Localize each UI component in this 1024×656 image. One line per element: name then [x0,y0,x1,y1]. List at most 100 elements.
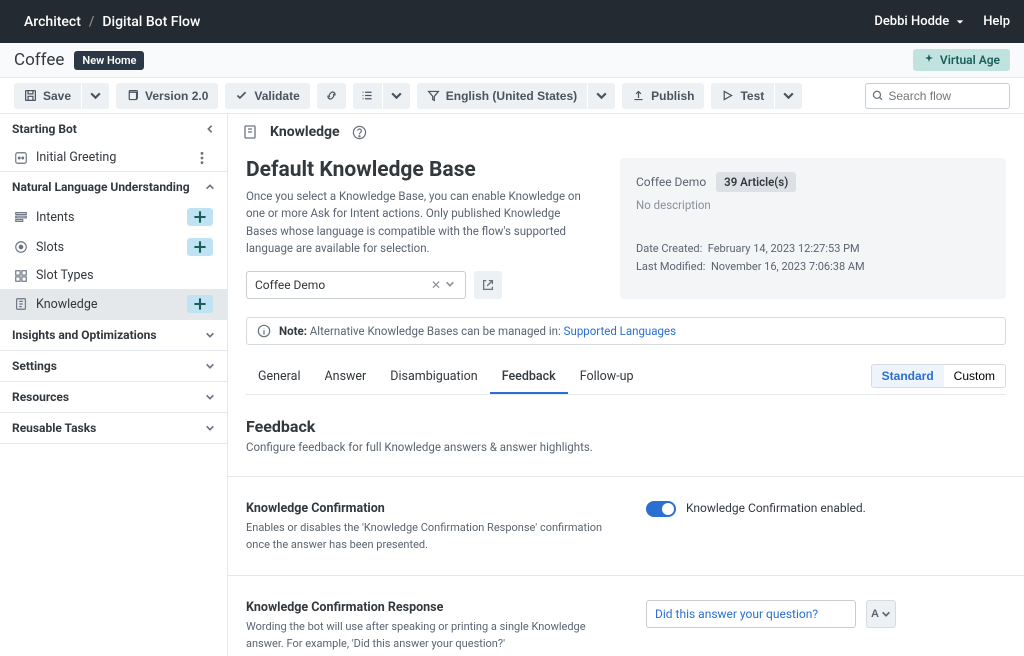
kcr-heading: Knowledge Confirmation Response [246,600,606,615]
kb-modified-value: November 16, 2023 7:06:38 AM [711,260,865,273]
kb-no-description: No description [636,198,990,212]
check-icon [235,89,248,102]
kcr-input[interactable]: Did this answer your question? [646,600,856,628]
version-icon [126,89,139,102]
version-button[interactable]: Version 2.0 [116,83,218,109]
test-button-group: Test [711,83,802,109]
kcr-format-button[interactable]: A [866,600,896,628]
chevron-down-icon [390,89,403,102]
sidebar-item-knowledge[interactable]: Knowledge [0,289,227,319]
search-flow-input[interactable] [888,89,1003,103]
more-icon[interactable] [191,151,213,165]
seg-standard[interactable]: Standard [872,365,944,387]
feedback-subtext: Configure feedback for full Knowledge an… [246,440,1006,454]
help-link[interactable]: Help [983,14,1010,29]
supported-languages-link[interactable]: Supported Languages [564,324,676,338]
feedback-heading: Feedback [246,417,1006,436]
breadcrumb-flow[interactable]: Digital Bot Flow [102,14,200,30]
tab-followup[interactable]: Follow-up [568,361,646,394]
save-button[interactable]: Save [14,83,81,109]
play-icon [721,89,734,102]
info-icon [257,324,271,338]
chevron-up-icon [205,182,215,192]
chevron-down-icon [205,423,215,433]
virtual-agent-pill[interactable]: Virtual Age [913,49,1010,71]
kb-title: Default Knowledge Base [246,158,600,182]
filter-icon [427,89,440,102]
tab-disambiguation[interactable]: Disambiguation [378,361,489,394]
validate-button[interactable]: Validate [225,83,309,109]
chevron-down-icon [89,89,102,102]
user-menu[interactable]: Debbi Hodde [874,14,965,29]
knowledge-page-icon [242,124,258,140]
kb-select-chevron[interactable] [443,278,457,292]
chevron-down-icon [205,392,215,402]
language-dropdown[interactable] [588,83,615,109]
sidebar-section-insights[interactable]: Insights and Optimizations [0,320,227,350]
publish-button[interactable]: Publish [622,83,704,109]
chevron-down-icon [205,361,215,371]
tab-feedback[interactable]: Feedback [490,361,568,394]
seg-custom[interactable]: Custom [944,365,1005,387]
chevron-down-icon [782,89,795,102]
add-intent-button[interactable] [187,208,213,226]
upload-icon [632,89,645,102]
slot-types-icon [14,269,28,283]
sidebar-section-nlu[interactable]: Natural Language Understanding [0,172,227,202]
help-icon[interactable] [352,125,367,140]
kc-toggle-label: Knowledge Confirmation enabled. [686,501,866,515]
kb-select-clear[interactable]: ✕ [429,278,443,292]
language-button-group: English (United States) [417,83,615,109]
sidebar-section-settings[interactable]: Settings [0,351,227,381]
kb-select-value: Coffee Demo [255,278,429,292]
tab-general[interactable]: General [246,361,313,394]
sidebar-section-starting-bot[interactable]: Starting Bot [0,114,227,144]
test-dropdown[interactable] [775,83,802,109]
save-button-group: Save [14,83,109,109]
list-button[interactable] [353,83,382,109]
sidebar-section-reusable[interactable]: Reusable Tasks [0,413,227,443]
sidebar-item-slot-types[interactable]: Slot Types [0,262,227,289]
flow-title: Coffee [14,50,64,70]
slots-icon [14,240,28,254]
search-flow-box[interactable] [865,83,1010,109]
save-dropdown[interactable] [82,83,109,109]
sidebar-item-initial-greeting[interactable]: Initial Greeting [0,144,227,171]
kb-open-button[interactable] [474,271,502,299]
sparkle-icon [923,54,935,66]
chevron-down-icon [955,17,965,27]
save-icon [24,89,37,102]
list-dropdown[interactable] [383,83,410,109]
list-icon [361,89,374,102]
language-button[interactable]: English (United States) [417,83,587,109]
breadcrumb: Architect / Digital Bot Flow [24,14,200,30]
mode-segment: Standard Custom [871,364,1006,388]
sidebar: Starting Bot Initial Greeting Natural La… [0,114,228,656]
sidebar-section-resources[interactable]: Resources [0,382,227,412]
kc-toggle[interactable] [646,501,676,517]
sidebar-item-intents[interactable]: Intents [0,202,227,232]
link-button[interactable] [317,83,346,109]
breadcrumb-architect[interactable]: Architect [24,14,81,30]
kcr-description: Wording the bot will use after speaking … [246,619,606,652]
kb-modified-label: Last Modified: [636,260,705,273]
user-name: Debbi Hodde [874,14,949,29]
kc-description: Enables or disables the 'Knowledge Confi… [246,520,606,553]
sidebar-item-slots[interactable]: Slots [0,232,227,262]
tab-answer[interactable]: Answer [313,361,379,394]
add-slot-button[interactable] [187,238,213,256]
chevron-down-icon [881,609,891,619]
kb-select[interactable]: Coffee Demo ✕ [246,271,466,299]
open-external-icon [481,278,495,292]
test-button[interactable]: Test [711,83,774,109]
kb-created-value: February 14, 2023 12:27:53 PM [708,242,860,255]
chevron-down-icon [205,330,215,340]
kb-info-name: Coffee Demo [636,175,706,189]
kc-heading: Knowledge Confirmation [246,501,606,516]
kb-article-count-badge: 39 Article(s) [716,172,796,192]
breadcrumb-separator: / [89,14,94,30]
new-home-pill[interactable]: New Home [74,51,144,70]
add-knowledge-button[interactable] [187,295,213,313]
kb-description: Once you select a Knowledge Base, you ca… [246,188,586,257]
intents-icon [14,210,28,224]
